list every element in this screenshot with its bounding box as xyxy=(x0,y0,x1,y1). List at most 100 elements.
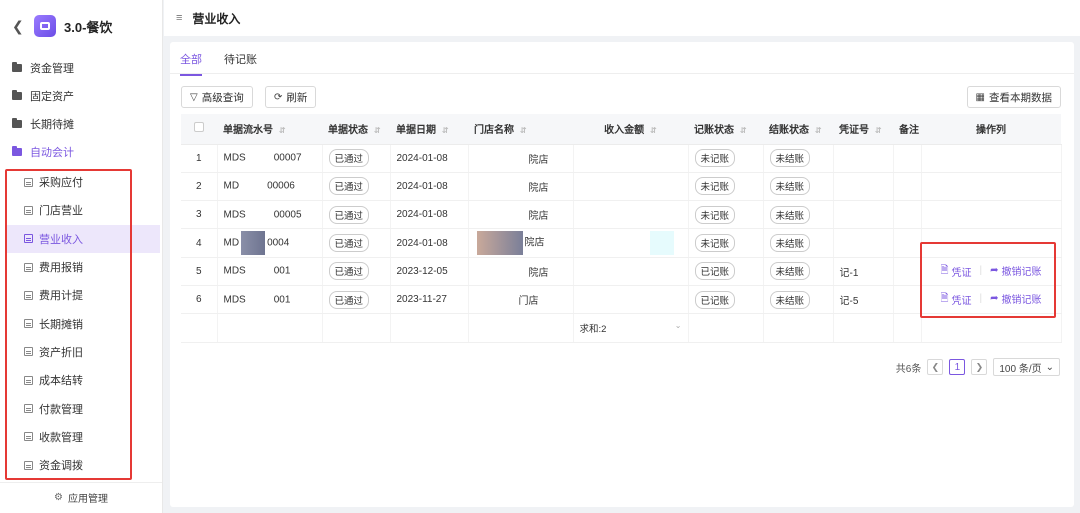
column-header-closing-status[interactable]: 结账状态 ⇵ xyxy=(763,114,833,145)
table-row[interactable]: 6 MDS 001 已通过 2023-11-27 门店 已记账 未结账 记-5 🗎… xyxy=(181,285,1062,315)
closing-cell: 未结账 xyxy=(763,200,834,230)
sidebar-item-store-business[interactable]: 门店营业 xyxy=(5,196,157,224)
voucher-link[interactable]: 🗎 凭证 xyxy=(940,263,971,280)
voucher-cell xyxy=(833,228,894,258)
date-cell: 2023-11-27 xyxy=(390,285,469,315)
sidebar-item-purchase-payable[interactable]: 采购应付 xyxy=(5,168,157,196)
status-cell: 已通过 xyxy=(322,285,391,315)
summary-cell xyxy=(468,313,574,343)
app-title: 3.0-餐饮 xyxy=(64,19,113,35)
column-header-booking-status[interactable]: 记账状态 ⇵ xyxy=(688,114,763,145)
remark-cell xyxy=(893,200,922,230)
select-all-checkbox[interactable] xyxy=(194,122,204,133)
sidebar-item-label: 门店营业 xyxy=(39,205,83,218)
closing-cell: 未结账 xyxy=(763,144,834,173)
booking-cell: 未记账 xyxy=(688,144,764,173)
filter-icon: ▽ xyxy=(190,91,198,103)
sort-icon[interactable]: ⇵ xyxy=(875,126,882,135)
sidebar-group-long-term-prepaid[interactable]: 长期待摊 xyxy=(0,110,162,138)
actions-cell xyxy=(921,200,1062,230)
amount-cell xyxy=(573,228,689,258)
sort-icon[interactable]: ⇵ xyxy=(374,126,381,135)
table-row[interactable]: 4 MD 0004 已通过 2024-01-08 院店 未记账 未结账 xyxy=(181,228,1062,258)
refresh-label: 刷新 xyxy=(286,91,308,104)
select-all-cell[interactable] xyxy=(181,114,217,145)
advanced-filter-button[interactable]: ▽ 高级查询 xyxy=(181,86,253,108)
sidebar-item-fund-transfer[interactable]: 资金调拨 xyxy=(5,451,157,479)
actions-cell xyxy=(921,172,1062,202)
undo-booking-label: 撤销记账 xyxy=(1001,266,1042,278)
column-header-status[interactable]: 单据状态 ⇵ xyxy=(322,114,390,145)
undo-booking-link[interactable]: ➦ 撤销记账 xyxy=(990,291,1041,306)
sort-icon[interactable]: ⇵ xyxy=(815,126,822,135)
sort-icon[interactable]: ⇵ xyxy=(442,126,449,135)
row-index: 2 xyxy=(181,172,218,202)
column-label: 门店名称 xyxy=(474,125,514,137)
back-chevron-icon[interactable]: ❮ xyxy=(12,18,26,35)
sort-icon[interactable]: ⇵ xyxy=(650,126,657,135)
column-header-date[interactable]: 单据日期 ⇵ xyxy=(390,114,468,145)
sort-icon[interactable]: ⇵ xyxy=(279,126,286,135)
sidebar-item-asset-depreciation[interactable]: 资产折旧 xyxy=(5,338,157,366)
refresh-button[interactable]: ⟳ 刷新 xyxy=(265,86,317,108)
table-row[interactable]: 2 MD 00006 已通过 2024-01-08 院店 未记账 未结账 xyxy=(181,172,1062,202)
column-header-store[interactable]: 门店名称 ⇵ xyxy=(468,114,573,145)
column-header-amount[interactable]: 收入金额 ⇵ xyxy=(573,114,688,145)
current-page-button[interactable]: 1 xyxy=(949,359,966,375)
status-badge: 已通过 xyxy=(328,290,370,309)
actions-cell: 🗎 凭证 | ➦ 撤销记账 xyxy=(921,257,1062,286)
prev-page-button[interactable]: ❮ xyxy=(927,359,944,375)
table-row[interactable]: 5 MDS 001 已通过 2023-12-05 院店 已记账 未结账 记-1 🗎… xyxy=(181,257,1062,286)
serial-cell: MDS 001 xyxy=(217,285,323,315)
sort-icon[interactable]: ⇵ xyxy=(740,126,747,135)
view-current-period-button[interactable]: ▦ 查看本期数据 xyxy=(966,86,1061,108)
next-page-button[interactable]: ❯ xyxy=(971,359,988,375)
folder-icon xyxy=(12,90,22,100)
column-header-serial[interactable]: 单据流水号 ⇵ xyxy=(217,114,322,145)
voucher-cell: 记-1 xyxy=(833,257,894,286)
table-row[interactable]: 3 MDS 00005 已通过 2024-01-08 院店 未记账 未结账 xyxy=(181,200,1062,230)
booking-cell: 已记账 xyxy=(688,285,764,315)
menu-collapse-icon[interactable]: ≡ xyxy=(176,12,182,24)
document-icon xyxy=(24,404,33,414)
document-icon xyxy=(24,177,33,187)
table-row[interactable]: 1 MDS 00007 已通过 2024-01-08 院店 未记账 未结账 xyxy=(181,144,1062,173)
sidebar-item-expense-reimbursement[interactable]: 费用报销 xyxy=(5,253,157,281)
document-icon xyxy=(24,262,33,272)
sort-icon[interactable]: ⇵ xyxy=(520,126,527,135)
status-cell: 已通过 xyxy=(322,257,391,286)
sidebar-item-operating-income[interactable]: 营业收入 xyxy=(5,224,160,253)
column-label: 记账状态 xyxy=(694,125,734,137)
status-cell: 已通过 xyxy=(322,172,391,202)
serial-prefix: MD xyxy=(223,237,240,249)
chevron-down-icon[interactable]: ⌄ xyxy=(675,321,682,330)
page-size-select[interactable]: 100 条/页 ⌄ xyxy=(993,358,1060,376)
serial-suffix: 0004 xyxy=(267,237,290,249)
column-header-voucher[interactable]: 凭证号 ⇵ xyxy=(833,114,893,145)
sidebar-item-receipt-management[interactable]: 收款管理 xyxy=(5,423,157,451)
pagination: 共6条 ❮ 1 ❯ 100 条/页 ⌄ xyxy=(896,358,1060,376)
sidebar-item-payment-management[interactable]: 付款管理 xyxy=(5,394,157,422)
sidebar-item-long-term-amortization[interactable]: 长期摊销 xyxy=(5,309,157,337)
voucher-link[interactable]: 🗎 凭证 xyxy=(940,291,971,308)
sidebar-group-auto-accounting[interactable]: 自动会计 xyxy=(0,138,162,166)
sidebar-item-cost-carryover[interactable]: 成本结转 xyxy=(5,366,157,394)
sidebar-nav: 资金管理 固定资产 长期待摊 自动会计 采购应付 门店营业 营业收入 费用报销 … xyxy=(0,52,162,480)
document-icon xyxy=(24,375,33,385)
redacted-block xyxy=(241,231,266,256)
sum-amount-cell[interactable]: 求和:2 ⌄ xyxy=(573,313,689,343)
app-management-button[interactable]: ⚙ 应用管理 xyxy=(0,482,162,512)
column-label: 备注 xyxy=(899,125,919,137)
sidebar-item-label: 成本结转 xyxy=(39,375,83,388)
sidebar-item-expense-accrual[interactable]: 费用计提 xyxy=(5,281,157,309)
sidebar: ❮ 3.0-餐饮 资金管理 固定资产 长期待摊 自动会计 采购应付 门店营业 营… xyxy=(0,0,163,513)
undo-booking-link[interactable]: ➦ 撤销记账 xyxy=(990,263,1041,278)
column-label: 单据流水号 xyxy=(223,125,273,137)
summary-cell xyxy=(217,313,323,343)
sidebar-group-fixed-assets[interactable]: 固定资产 xyxy=(0,82,162,110)
sidebar-item-label: 资金调拨 xyxy=(39,460,83,473)
remark-cell xyxy=(893,228,922,258)
store-cell: 院店 xyxy=(468,200,574,230)
row-index: 5 xyxy=(181,257,218,286)
sidebar-group-funds[interactable]: 资金管理 xyxy=(0,54,162,82)
